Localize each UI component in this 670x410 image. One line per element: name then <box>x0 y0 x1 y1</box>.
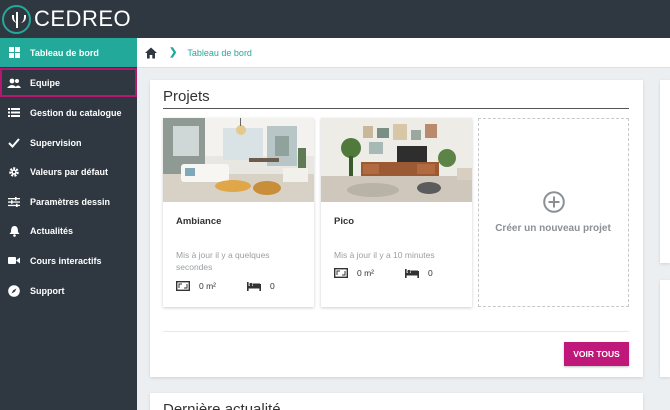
projects-title: Projets <box>163 88 210 105</box>
project-area: 0 m² <box>357 268 374 278</box>
area-icon <box>176 281 190 291</box>
project-stats: 0 m² 0 <box>334 268 433 278</box>
project-name[interactable]: Ambiance <box>176 216 221 227</box>
divider <box>163 108 629 109</box>
breadcrumb-current[interactable]: Tableau de bord <box>187 48 252 58</box>
home-icon[interactable] <box>145 47 157 59</box>
project-stats: 0 m² 0 <box>176 281 275 291</box>
sidebar: Tableau de bord Equipe Gestion du catalo… <box>0 38 137 410</box>
sidebar-item-gestion-du-catalogue[interactable]: Gestion du catalogue <box>0 98 137 127</box>
project-card-ambiance[interactable]: Ambiance Mis à jour il y a quelques seco… <box>163 118 314 307</box>
sidebar-item-label: Gestion du catalogue <box>30 107 122 118</box>
bed-icon <box>405 269 419 278</box>
sidebar-item-actualites[interactable]: Actualités <box>0 216 137 245</box>
team-icon <box>7 76 21 90</box>
sidebar-item-tableau-de-bord[interactable]: Tableau de bord <box>0 38 137 67</box>
sidebar-item-label: Tableau de bord <box>30 47 99 58</box>
plus-circle-icon <box>543 191 565 213</box>
area-icon <box>334 268 348 278</box>
sidebar-item-support[interactable]: Support <box>0 276 137 305</box>
sidebar-item-equipe[interactable]: Equipe <box>0 68 137 97</box>
breadcrumb: ❯ Tableau de bord <box>137 38 670 68</box>
project-updated: Mis à jour il y a quelques secondes <box>176 250 270 272</box>
sidebar-item-supervision[interactable]: Supervision <box>0 128 137 157</box>
project-bedrooms: 0 <box>428 268 433 278</box>
sidebar-item-label: Actualités <box>30 225 74 236</box>
project-thumbnail <box>163 118 314 202</box>
project-thumbnail <box>321 118 472 202</box>
sidebar-item-label: Valeurs par défaut <box>30 166 109 177</box>
project-bedrooms: 0 <box>270 281 275 291</box>
project-area: 0 m² <box>199 281 216 291</box>
gear-icon <box>7 165 21 179</box>
video-icon <box>7 254 21 268</box>
view-all-button[interactable]: VOIR TOUS <box>564 342 629 366</box>
sidebar-item-parametres-dessin[interactable]: Paramètres dessin <box>0 187 137 216</box>
logo-text: CEDREO <box>34 6 132 31</box>
sidebar-item-label: Paramètres dessin <box>30 196 111 207</box>
sliders-icon <box>7 195 21 209</box>
bell-icon <box>7 224 21 238</box>
project-card-pico[interactable]: Pico Mis à jour il y a 10 minutes 0 m² 0 <box>321 118 472 307</box>
side-card <box>660 280 670 377</box>
new-project-label: Créer un nouveau projet <box>495 223 611 234</box>
top-bar: CEDREO <box>0 0 670 38</box>
sidebar-item-cours-interactifs[interactable]: Cours interactifs <box>0 246 137 275</box>
news-title: Dernière actualité <box>163 401 281 410</box>
dashboard-icon <box>7 46 21 60</box>
divider <box>163 331 629 332</box>
project-updated: Mis à jour il y a 10 minutes <box>334 250 435 260</box>
new-project-button[interactable]: Créer un nouveau projet <box>478 118 629 307</box>
sidebar-item-label: Support <box>30 285 65 296</box>
chevron-right-icon: ❯ <box>169 47 178 58</box>
sidebar-item-label: Equipe <box>30 77 61 88</box>
compass-icon <box>7 284 21 298</box>
logo[interactable]: CEDREO <box>2 3 131 35</box>
sidebar-item-valeurs-par-defaut[interactable]: Valeurs par défaut <box>0 157 137 186</box>
bed-icon <box>247 282 261 291</box>
sidebar-item-label: Supervision <box>30 137 82 148</box>
project-name[interactable]: Pico <box>334 216 354 227</box>
sidebar-item-label: Cours interactifs <box>30 255 102 266</box>
check-icon <box>7 136 21 150</box>
news-card: Dernière actualité <box>150 393 643 410</box>
side-card <box>660 80 670 263</box>
tree-logo-icon <box>2 4 31 34</box>
list-icon <box>7 106 21 120</box>
projects-card: Projets Ambiance Mis à jour il y a quelq… <box>150 80 643 377</box>
